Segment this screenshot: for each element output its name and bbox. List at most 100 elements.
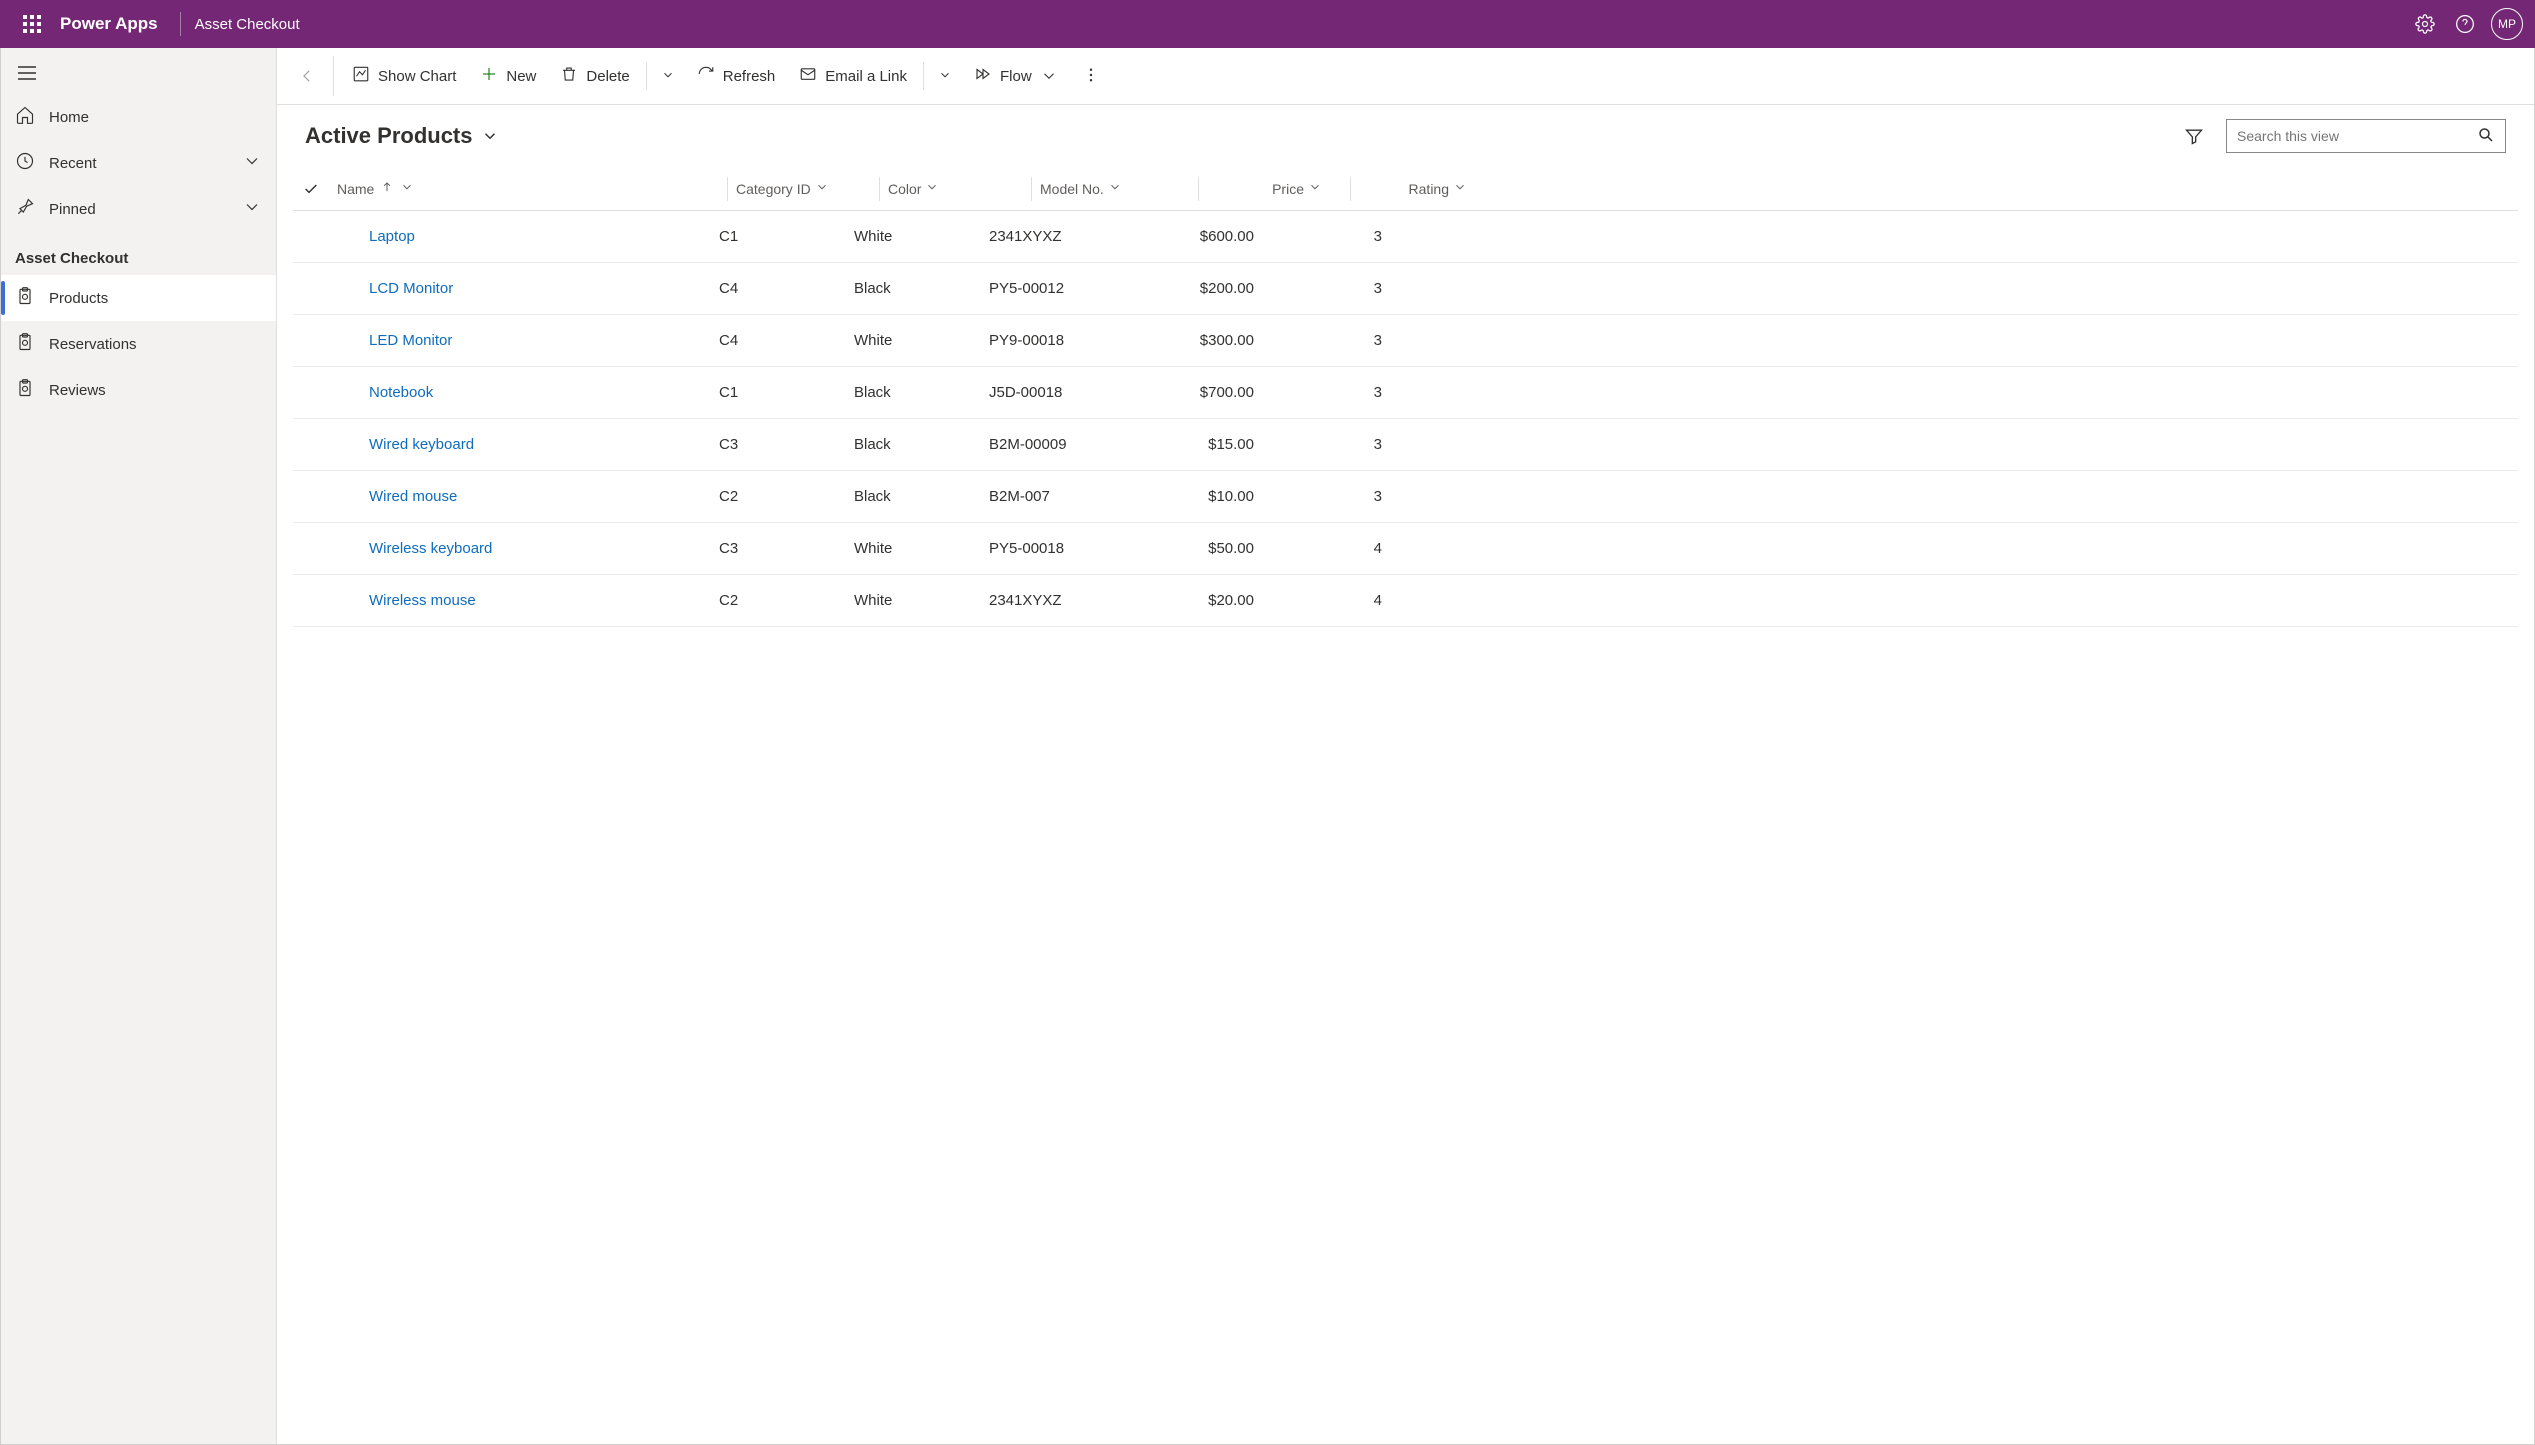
nav-reviews[interactable]: Reviews xyxy=(1,367,276,413)
column-rating-label: Rating xyxy=(1409,181,1449,197)
table-row[interactable]: Wired keyboardC3BlackB2M-00009$15.003 xyxy=(293,419,2518,471)
cell-price: $50.00 xyxy=(1139,540,1274,557)
record-link[interactable]: Wired keyboard xyxy=(369,436,474,453)
clipboard-icon xyxy=(15,332,35,356)
email-icon xyxy=(799,65,817,87)
flow-label: Flow xyxy=(1000,68,1032,85)
table-row[interactable]: NotebookC1BlackJ5D-00018$700.003 xyxy=(293,367,2518,419)
app-launcher-icon[interactable] xyxy=(12,0,52,48)
nav-reservations[interactable]: Reservations xyxy=(1,321,276,367)
cell-category: C3 xyxy=(719,540,854,557)
new-label: New xyxy=(506,68,536,85)
table-row[interactable]: LCD MonitorC4BlackPY5-00012$200.003 xyxy=(293,263,2518,315)
email-split-chevron[interactable] xyxy=(928,60,962,93)
record-link[interactable]: LED Monitor xyxy=(369,332,452,349)
nav-pinned-label: Pinned xyxy=(49,201,96,218)
cell-category: C1 xyxy=(719,228,854,245)
email-link-button[interactable]: Email a Link xyxy=(787,57,919,95)
column-name-label: Name xyxy=(337,181,374,197)
divider xyxy=(1031,177,1032,201)
trash-icon xyxy=(560,65,578,87)
cell-rating: 3 xyxy=(1274,332,1394,349)
select-all-checkbox[interactable] xyxy=(293,181,329,197)
sidebar-section-title: Asset Checkout xyxy=(1,232,276,275)
nav-pinned[interactable]: Pinned xyxy=(1,186,276,232)
flow-button[interactable]: Flow xyxy=(962,57,1070,95)
record-link[interactable]: LCD Monitor xyxy=(369,280,453,297)
help-button[interactable] xyxy=(2445,0,2485,48)
back-button[interactable] xyxy=(287,67,327,85)
cell-price: $20.00 xyxy=(1139,592,1274,609)
record-link[interactable]: Notebook xyxy=(369,384,433,401)
divider xyxy=(1350,177,1351,201)
record-link[interactable]: Laptop xyxy=(369,228,415,245)
column-color-label: Color xyxy=(888,181,921,197)
nav-home[interactable]: Home xyxy=(1,94,276,140)
column-header-color[interactable]: Color xyxy=(888,180,1023,197)
cell-price: $15.00 xyxy=(1139,436,1274,453)
clipboard-icon xyxy=(15,286,35,310)
cell-color: Black xyxy=(854,436,989,453)
settings-button[interactable] xyxy=(2405,0,2445,48)
data-grid: Name Category ID Color Model No. xyxy=(277,163,2534,627)
cell-color: White xyxy=(854,592,989,609)
chevron-down-icon xyxy=(815,180,829,197)
cell-color: White xyxy=(854,332,989,349)
delete-split-chevron[interactable] xyxy=(651,60,685,93)
user-avatar[interactable]: MP xyxy=(2491,8,2523,40)
flow-icon xyxy=(974,65,992,87)
delete-label: Delete xyxy=(586,68,629,85)
more-commands-button[interactable] xyxy=(1070,58,1112,95)
cell-rating: 3 xyxy=(1274,228,1394,245)
column-header-price[interactable]: Price xyxy=(1207,180,1342,197)
refresh-icon xyxy=(697,65,715,87)
chevron-down-icon xyxy=(1108,180,1122,197)
search-input[interactable] xyxy=(2237,128,2477,144)
new-button[interactable]: New xyxy=(468,57,548,95)
table-row[interactable]: Wireless keyboardC3WhitePY5-00018$50.004 xyxy=(293,523,2518,575)
divider xyxy=(879,177,880,201)
divider xyxy=(923,62,924,90)
delete-button[interactable]: Delete xyxy=(548,57,641,95)
cell-price: $300.00 xyxy=(1139,332,1274,349)
table-row[interactable]: Wired mouseC2BlackB2M-007$10.003 xyxy=(293,471,2518,523)
cell-price: $700.00 xyxy=(1139,384,1274,401)
filter-button[interactable] xyxy=(2176,126,2212,146)
cell-model: 2341XYXZ xyxy=(989,592,1139,609)
search-view-box[interactable] xyxy=(2226,119,2506,153)
table-row[interactable]: LaptopC1White2341XYXZ$600.003 xyxy=(293,211,2518,263)
cell-price: $200.00 xyxy=(1139,280,1274,297)
nav-recent[interactable]: Recent xyxy=(1,140,276,186)
cell-model: J5D-00018 xyxy=(989,384,1139,401)
cell-category: C4 xyxy=(719,332,854,349)
cell-rating: 3 xyxy=(1274,280,1394,297)
cell-color: Black xyxy=(854,280,989,297)
nav-products[interactable]: Products xyxy=(1,275,276,321)
chart-icon xyxy=(352,65,370,87)
email-link-label: Email a Link xyxy=(825,68,907,85)
record-link[interactable]: Wired mouse xyxy=(369,488,457,505)
view-selector[interactable]: Active Products xyxy=(305,123,499,149)
cell-model: B2M-007 xyxy=(989,488,1139,505)
table-row[interactable]: LED MonitorC4WhitePY9-00018$300.003 xyxy=(293,315,2518,367)
column-header-rating[interactable]: Rating xyxy=(1359,180,1479,197)
app-name: Power Apps xyxy=(60,14,158,34)
hamburger-button[interactable] xyxy=(1,52,276,94)
record-link[interactable]: Wireless keyboard xyxy=(369,540,492,557)
chevron-down-icon xyxy=(242,197,262,221)
search-icon xyxy=(2477,126,2495,147)
chevron-down-icon xyxy=(242,151,262,175)
view-title-label: Active Products xyxy=(305,123,473,149)
cell-price: $10.00 xyxy=(1139,488,1274,505)
show-chart-button[interactable]: Show Chart xyxy=(340,57,468,95)
column-header-model[interactable]: Model No. xyxy=(1040,180,1190,197)
column-header-category[interactable]: Category ID xyxy=(736,180,871,197)
record-link[interactable]: Wireless mouse xyxy=(369,592,476,609)
divider xyxy=(1198,177,1199,201)
table-row[interactable]: Wireless mouseC2White2341XYXZ$20.004 xyxy=(293,575,2518,627)
column-header-name[interactable]: Name xyxy=(329,180,719,197)
refresh-button[interactable]: Refresh xyxy=(685,57,788,95)
divider xyxy=(727,177,728,201)
cell-color: Black xyxy=(854,488,989,505)
cell-model: 2341XYXZ xyxy=(989,228,1139,245)
